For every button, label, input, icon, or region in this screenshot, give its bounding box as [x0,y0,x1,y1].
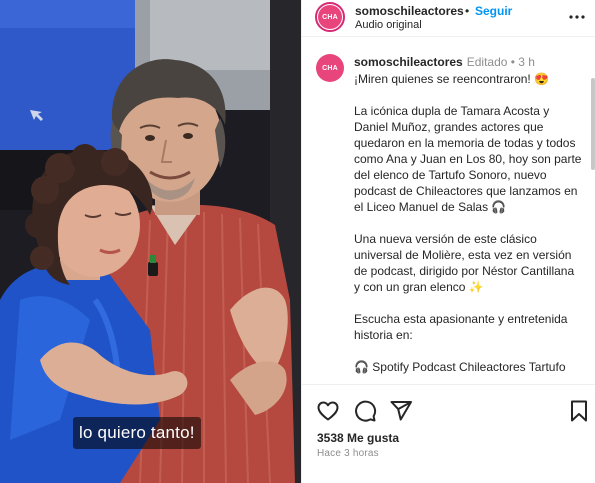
heart-icon[interactable] [316,399,340,423]
post-header: CHA somoschileactores • Seguir Audio ori… [302,0,595,37]
post-details-panel: CHA somoschileactores • Seguir Audio ori… [301,0,595,483]
comments-scrollbar[interactable] [591,78,595,170]
comment-icon[interactable] [353,399,377,423]
caption-author-avatar[interactable]: CHA [316,54,344,82]
avatar-logo: CHA [316,54,344,82]
post-actions: 3538 Me gusta Hace 3 horas [302,384,595,483]
likes-count[interactable]: 3538 Me gusta [317,431,399,445]
caption-username[interactable]: somoschileactores [354,55,463,69]
caption-paragraph: ¡Miren quienes se reencontraron! 😍 [354,72,550,86]
bookmark-icon[interactable] [567,399,591,423]
comments-section[interactable]: CHA somoschileactores Editado • 3 h ¡Mire… [302,38,595,384]
post-media[interactable]: lo quiero tanto! [0,0,301,483]
caption-paragraph: Escucha esta apasionante y entretenida h… [354,312,568,342]
post-photo [0,0,301,483]
author-avatar[interactable]: CHA [315,2,345,32]
caption-paragraph: Una nueva versión de este clásico univer… [354,232,575,294]
caption-header: somoschileactores Editado • 3 h [354,55,535,69]
header-separator: • [465,4,470,18]
author-username[interactable]: somoschileactores [355,4,464,18]
avatar-logo: CHA [318,5,342,29]
share-icon[interactable] [389,399,413,423]
more-options-icon[interactable] [568,7,586,24]
caption-meta: Editado • 3 h [466,55,535,69]
audio-link[interactable]: Audio original [355,19,422,31]
post-timestamp[interactable]: Hace 3 horas [317,448,379,459]
video-subtitle: lo quiero tanto! [73,417,201,449]
caption-paragraph: La icónica dupla de Tamara Acosta y Dani… [354,104,582,214]
follow-button[interactable]: Seguir [475,4,512,18]
caption-text: ¡Miren quienes se reencontraron! 😍 La ic… [354,71,582,375]
caption-paragraph: 🎧 Spotify Podcast Chileactores Tartufo [354,360,566,374]
